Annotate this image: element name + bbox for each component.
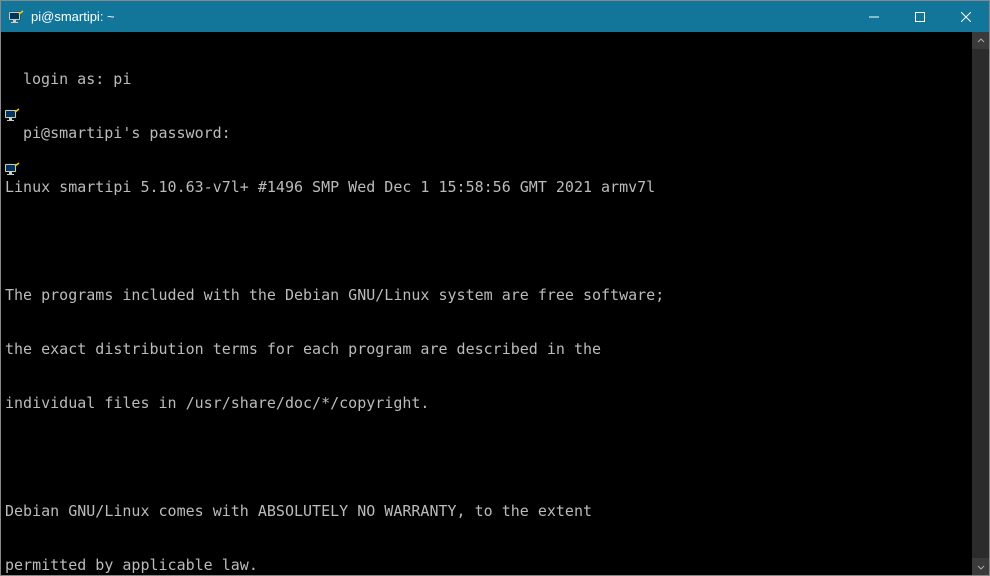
window-title: pi@smartipi: ~ (31, 9, 851, 24)
close-button[interactable] (943, 1, 989, 32)
motd-line: the exact distribution terms for each pr… (5, 340, 972, 358)
putty-window: pi@smartipi: ~ (0, 0, 990, 576)
minimize-icon (869, 12, 879, 22)
terminal-container: login as: pi pi@smartipi's password: Lin… (1, 32, 989, 575)
password-line: pi@smartipi's password: (5, 124, 972, 142)
motd-line: Debian GNU/Linux comes with ABSOLUTELY N… (5, 502, 972, 520)
putty-icon (9, 9, 25, 25)
scrollbar-down-button[interactable] (972, 558, 989, 575)
minimize-button[interactable] (851, 1, 897, 32)
scrollbar[interactable] (972, 32, 989, 575)
maximize-icon (915, 12, 925, 22)
login-text: login as: pi (23, 70, 131, 88)
maximize-button[interactable] (897, 1, 943, 32)
password-text: pi@smartipi's password: (23, 124, 231, 142)
window-controls (851, 1, 989, 32)
chevron-down-icon (977, 563, 985, 571)
session-icon (5, 125, 21, 141)
kernel-line: Linux smartipi 5.10.63-v7l+ #1496 SMP We… (5, 178, 972, 196)
titlebar[interactable]: pi@smartipi: ~ (1, 1, 989, 32)
session-icon (5, 71, 21, 87)
blank-line (5, 448, 972, 466)
scrollbar-up-button[interactable] (972, 32, 989, 49)
login-line: login as: pi (5, 70, 972, 88)
blank-line (5, 232, 972, 250)
motd-line: The programs included with the Debian GN… (5, 286, 972, 304)
close-icon (961, 12, 971, 22)
motd-line: permitted by applicable law. (5, 556, 972, 574)
motd-line: individual files in /usr/share/doc/*/cop… (5, 394, 972, 412)
chevron-up-icon (977, 37, 985, 45)
terminal[interactable]: login as: pi pi@smartipi's password: Lin… (1, 32, 972, 575)
